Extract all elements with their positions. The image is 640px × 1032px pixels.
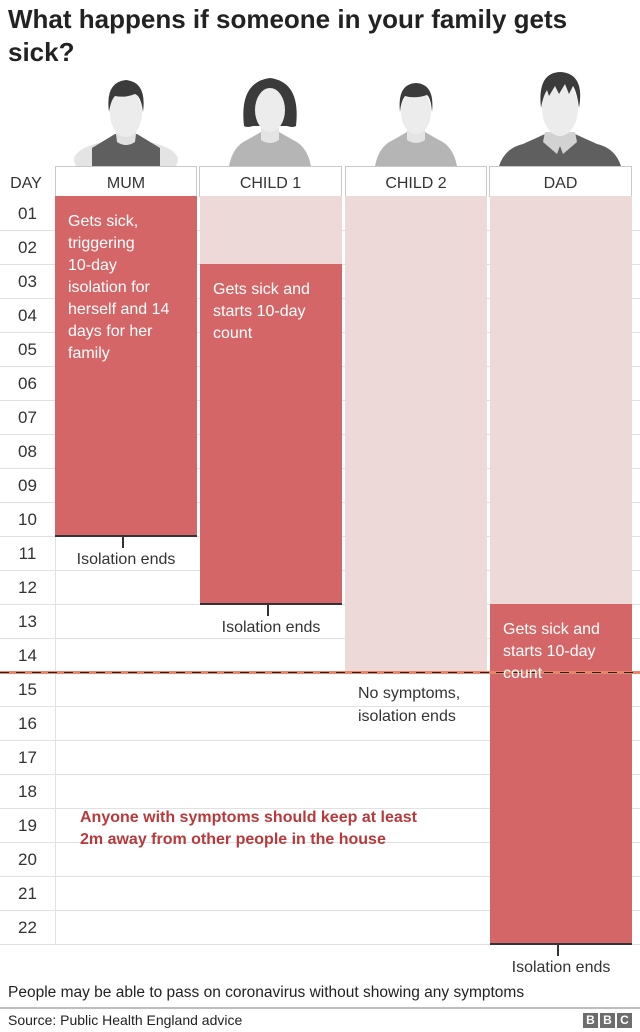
day-label: 03 bbox=[18, 272, 37, 291]
column-header-child-1: CHILD 1 bbox=[199, 166, 342, 197]
bbc-logo-letter: B bbox=[583, 1013, 598, 1028]
mum-isolation-end-label: Isolation ends bbox=[76, 551, 176, 568]
bbc-logo-letter: C bbox=[617, 1013, 632, 1028]
dad-isolation-end-label: Isolation ends bbox=[511, 959, 611, 976]
child-2-isolation-end-label: No symptoms, isolation ends bbox=[358, 685, 461, 725]
man-avatar-icon bbox=[489, 68, 631, 166]
girl-avatar-icon bbox=[199, 68, 341, 166]
day-label: 09 bbox=[18, 476, 37, 495]
day-label: 05 bbox=[18, 340, 37, 359]
column-header-dad: DAD bbox=[489, 166, 632, 197]
child-1-isolation-end-tick bbox=[267, 605, 269, 616]
column-header-child-2: CHILD 2 bbox=[345, 166, 487, 197]
day-label: 22 bbox=[18, 918, 37, 937]
day-label: 19 bbox=[18, 816, 37, 835]
day-label: 07 bbox=[18, 408, 37, 427]
mum-sick-note: Gets sick, triggering 10-day isolation f… bbox=[68, 213, 170, 362]
day-label: 17 bbox=[18, 748, 37, 767]
child-1-sick-note: Gets sick and starts 10-day count bbox=[213, 281, 310, 342]
day-label: 20 bbox=[18, 850, 37, 869]
day-label: 14 bbox=[18, 646, 37, 665]
day-label: 02 bbox=[18, 238, 37, 257]
day-label: 08 bbox=[18, 442, 37, 461]
day-label: 10 bbox=[18, 510, 37, 529]
day-label: 04 bbox=[18, 306, 37, 325]
footer-divider bbox=[0, 1007, 640, 1009]
child-1-isolation-end-label: Isolation ends bbox=[221, 619, 321, 636]
dad-isolation-end-tick bbox=[557, 945, 559, 956]
child-2-household-isolation-bar bbox=[345, 196, 487, 672]
mum-isolation-end-tick bbox=[122, 537, 124, 548]
day-label: 01 bbox=[18, 204, 37, 223]
dad-household-isolation-bar bbox=[490, 196, 632, 604]
day-label: 11 bbox=[18, 544, 37, 563]
day-label: 18 bbox=[18, 782, 37, 801]
bbc-logo: B B C bbox=[583, 1013, 632, 1028]
day-label: 15 bbox=[18, 680, 37, 699]
woman-avatar-icon bbox=[55, 68, 197, 166]
day-column-header: DAY bbox=[10, 175, 42, 192]
day-label: 12 bbox=[18, 578, 37, 597]
day-label: 16 bbox=[18, 714, 37, 733]
bbc-logo-letter: B bbox=[600, 1013, 615, 1028]
footnote: People may be able to pass on coronaviru… bbox=[8, 984, 525, 1001]
column-header-mum: MUM bbox=[55, 166, 197, 197]
distancing-advice: Anyone with symptoms should keep at leas… bbox=[80, 809, 417, 848]
day-label: 21 bbox=[18, 884, 37, 903]
dad-sick-note: Gets sick and starts 10-day count bbox=[503, 621, 600, 682]
source-note: Source: Public Health England advice bbox=[8, 1012, 243, 1028]
chart-title: What happens if someone in your family g… bbox=[8, 4, 568, 67]
day-label: 13 bbox=[18, 612, 37, 631]
child-1-household-isolation-bar bbox=[200, 196, 342, 264]
boy-avatar-icon bbox=[345, 68, 487, 166]
day-label: 06 bbox=[18, 374, 37, 393]
